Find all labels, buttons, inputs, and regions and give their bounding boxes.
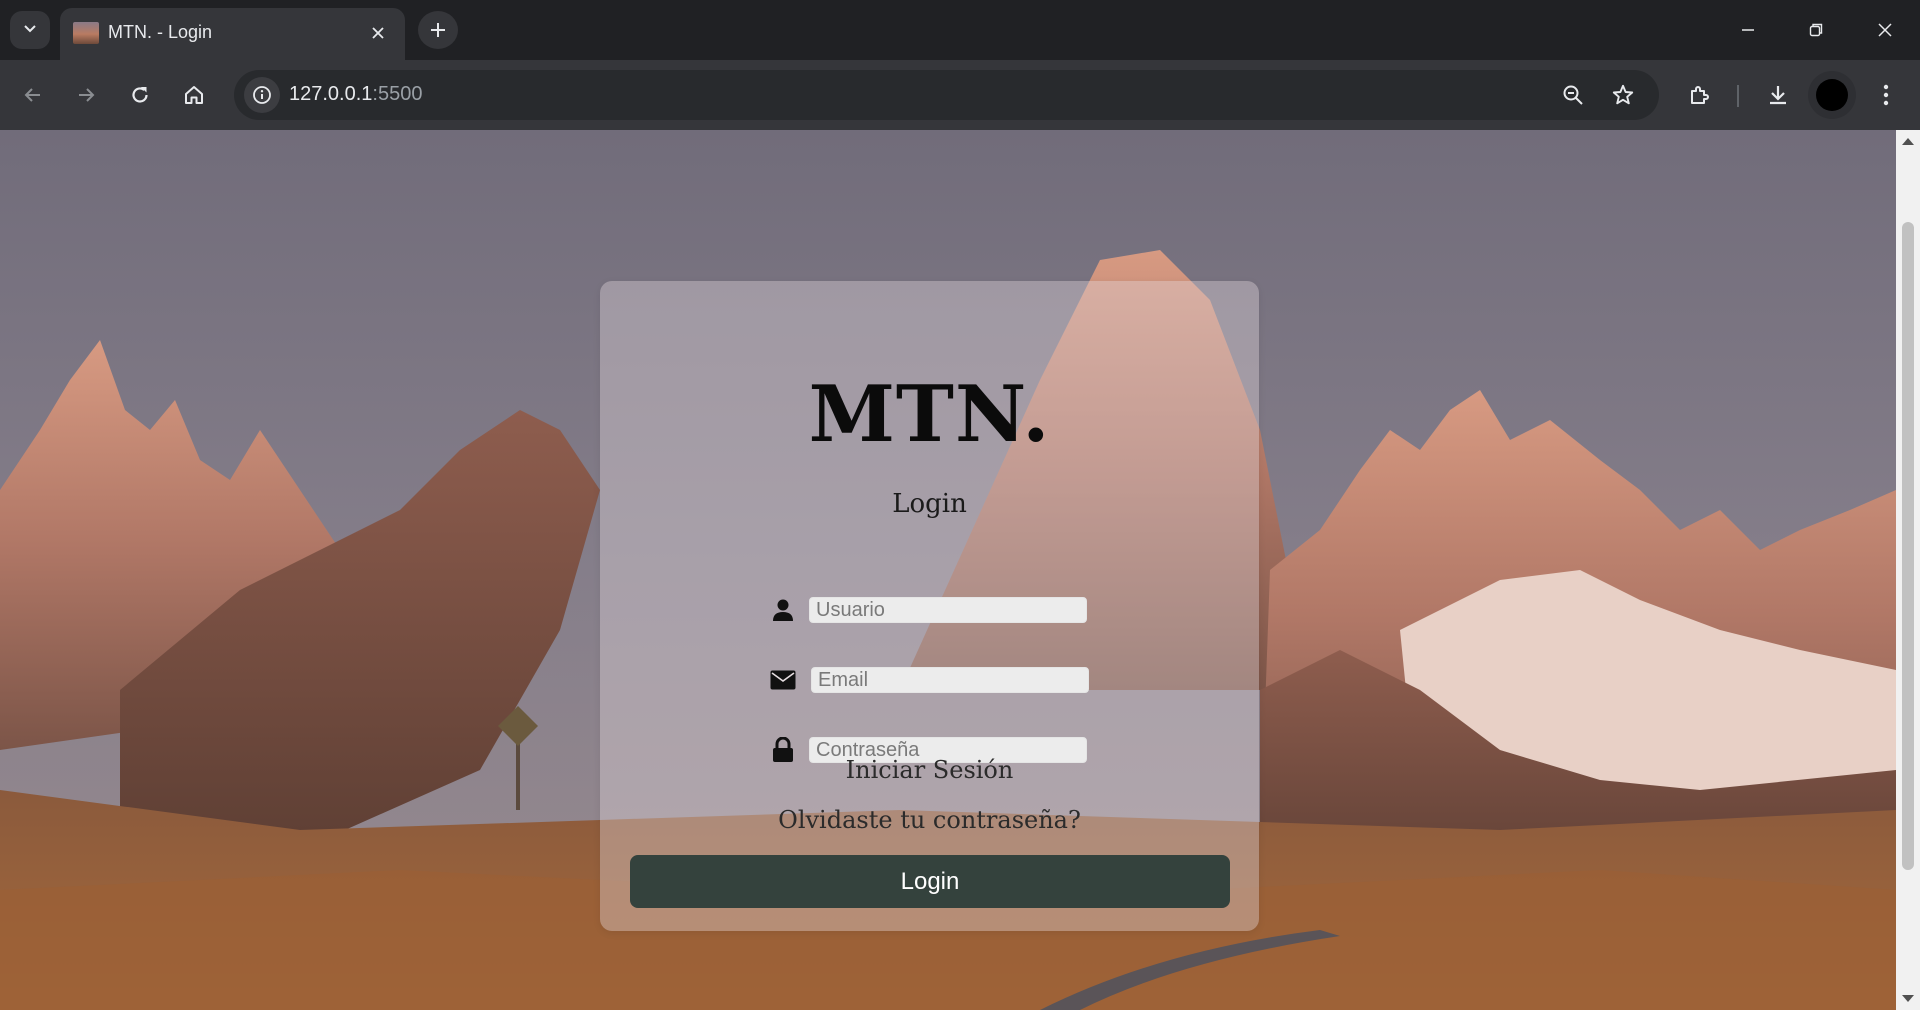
login-heading: Login <box>892 489 967 519</box>
browser-toolbar: 127.0.0.1:5500 <box>0 60 1920 130</box>
bookmark-button[interactable] <box>1608 80 1638 110</box>
site-info-button[interactable] <box>244 77 280 113</box>
close-tab-button[interactable] <box>365 20 391 46</box>
username-row <box>768 595 1098 625</box>
restore-icon <box>1809 23 1823 37</box>
forgot-password-link[interactable]: Olvidaste tu contraseña? <box>600 806 1259 834</box>
arrow-left-icon <box>24 88 40 102</box>
url-port: :5500 <box>372 83 423 105</box>
email-input[interactable] <box>811 667 1089 693</box>
tab-search-button[interactable] <box>10 11 50 49</box>
restore-button[interactable] <box>1793 8 1839 52</box>
active-tab[interactable]: MTN. - Login <box>60 8 405 60</box>
download-icon <box>1770 86 1786 105</box>
forward-button[interactable] <box>66 76 106 114</box>
brand-logo: MTN. <box>808 369 1051 460</box>
close-window-button[interactable] <box>1862 8 1908 52</box>
zoom-out-icon <box>1563 85 1583 105</box>
downloads-button[interactable] <box>1758 76 1798 114</box>
back-button[interactable] <box>13 76 53 114</box>
home-icon <box>185 86 203 104</box>
username-input[interactable] <box>809 597 1087 623</box>
menu-button[interactable] <box>1866 76 1906 114</box>
vertical-scrollbar[interactable] <box>1896 130 1920 1010</box>
tab-bar: MTN. - Login <box>0 0 1920 60</box>
toolbar-divider <box>1737 85 1739 107</box>
star-icon <box>1612 84 1634 105</box>
close-icon <box>1878 23 1892 37</box>
tab-title: MTN. - Login <box>108 22 213 42</box>
login-card: MTN. Login Iniciar Sesión Olvidaste tu c… <box>600 281 1259 931</box>
url-text[interactable]: 127.0.0.1:5500 <box>289 83 422 106</box>
scroll-down-arrow-icon[interactable] <box>1902 995 1914 1002</box>
page-viewport: MTN. Login Iniciar Sesión Olvidaste tu c… <box>0 130 1896 1010</box>
kebab-menu-icon <box>1883 84 1889 106</box>
puzzle-icon <box>1691 86 1709 104</box>
arrow-right-icon <box>79 88 95 102</box>
profile-avatar[interactable] <box>1808 71 1856 119</box>
mountain-favicon-icon <box>73 22 99 44</box>
envelope-icon <box>768 665 798 695</box>
user-icon <box>768 595 798 625</box>
address-bar[interactable]: 127.0.0.1:5500 <box>234 70 1659 120</box>
minimize-button[interactable] <box>1725 8 1771 52</box>
plus-icon <box>431 23 445 37</box>
new-tab-button[interactable] <box>418 11 458 49</box>
close-icon <box>372 27 384 39</box>
login-button[interactable]: Login <box>630 855 1230 908</box>
email-row <box>768 665 1098 695</box>
scrollbar-thumb[interactable] <box>1902 222 1914 870</box>
info-icon <box>253 86 271 104</box>
scroll-up-arrow-icon[interactable] <box>1902 138 1914 145</box>
url-host: 127.0.0.1 <box>289 83 373 105</box>
minimize-icon <box>1742 29 1754 31</box>
reload-icon <box>132 87 148 103</box>
reload-button[interactable] <box>120 76 160 114</box>
zoom-button[interactable] <box>1558 80 1588 110</box>
chevron-down-icon <box>22 20 38 41</box>
home-button[interactable] <box>174 76 214 114</box>
extensions-button[interactable] <box>1679 76 1719 114</box>
signin-link[interactable]: Iniciar Sesión <box>600 756 1259 784</box>
